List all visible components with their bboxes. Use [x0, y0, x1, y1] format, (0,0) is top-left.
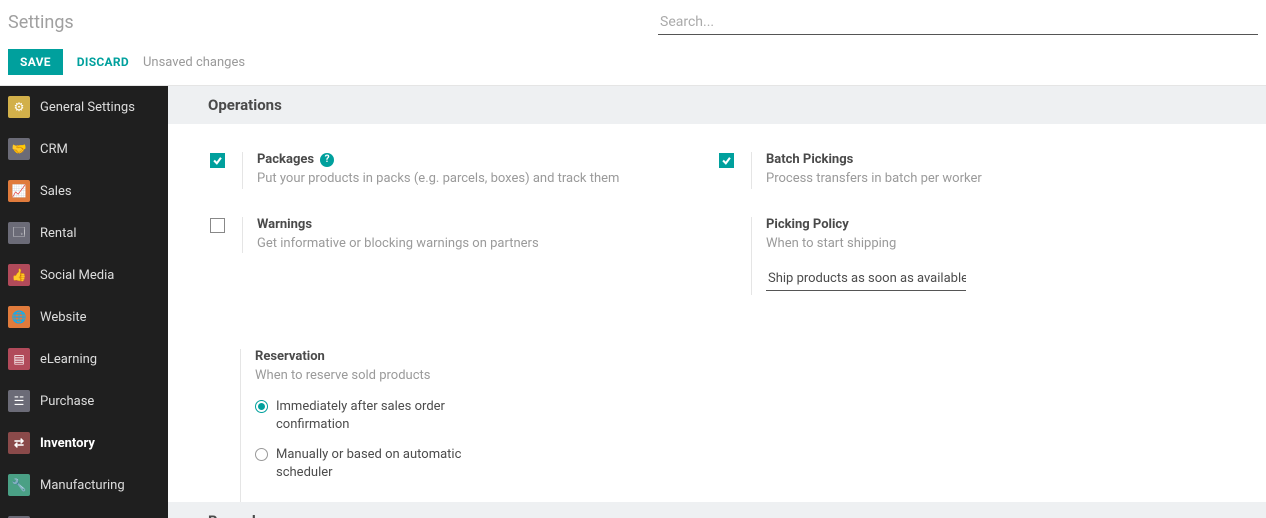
warnings-desc: Get informative or blocking warnings on … — [257, 234, 717, 254]
sidebar-item-label: Website — [40, 310, 87, 325]
packages-checkbox[interactable] — [210, 153, 225, 168]
sidebar-item-inventory[interactable]: ⇄ Inventory — [0, 422, 168, 464]
warnings-title: Warnings — [257, 217, 717, 232]
sidebar-item-crm[interactable]: 🤝 CRM — [0, 128, 168, 170]
sidebar-item-label: Sales — [40, 184, 72, 199]
settings-sidebar[interactable]: ⚙ General Settings 🤝 CRM 📈 Sales 🗔 Rental 👍 Socia… — [0, 86, 168, 518]
discard-button[interactable]: DISCARD — [77, 55, 129, 69]
sidebar-icon: ☱ — [8, 390, 30, 412]
sidebar-item-label: General Settings — [40, 100, 135, 115]
sidebar-item-rental[interactable]: 🗔 Rental — [0, 212, 168, 254]
batch-pickings-desc: Process transfers in batch per worker — [766, 169, 1226, 189]
sidebar-item-elearning[interactable]: ▤ eLearning — [0, 338, 168, 380]
reservation-radio-manual[interactable] — [255, 448, 268, 461]
sidebar-item-label: CRM — [40, 142, 68, 157]
sidebar-item-sales[interactable]: 📈 Sales — [0, 170, 168, 212]
sidebar-item-label: Rental — [40, 226, 77, 241]
sidebar-item-label: eLearning — [40, 352, 97, 367]
sidebar-item-label: Manufacturing — [40, 478, 125, 493]
search-input[interactable] — [658, 10, 1258, 35]
sidebar-item-label: Social Media — [40, 268, 114, 283]
picking-policy-desc: When to start shipping — [766, 234, 1226, 254]
sidebar-icon: 📈 — [8, 180, 30, 202]
settings-content[interactable]: Operations Packages ? Put your products … — [168, 86, 1266, 518]
sidebar-icon: ⇄ — [8, 432, 30, 454]
sidebar-item-manufacturing[interactable]: 🔧 Manufacturing — [0, 464, 168, 506]
sidebar-icon: ▤ — [8, 348, 30, 370]
sidebar-icon: 🗔 — [8, 222, 30, 244]
sidebar-icon: 👍 — [8, 264, 30, 286]
sidebar-item-social-media[interactable]: 👍 Social Media — [0, 254, 168, 296]
sidebar-item-website[interactable]: 🌐 Website — [0, 296, 168, 338]
sidebar-item-purchase[interactable]: ☱ Purchase — [0, 380, 168, 422]
batch-pickings-checkbox[interactable] — [719, 153, 734, 168]
section-header-operations: Operations — [168, 86, 1266, 124]
sidebar-icon: 🤝 — [8, 138, 30, 160]
sidebar-icon: ⚙ — [8, 96, 30, 118]
sidebar-icon: 🔧 — [8, 474, 30, 496]
warnings-checkbox[interactable] — [210, 218, 225, 233]
sidebar-item-accounting[interactable]: ≣Accounting — [0, 506, 168, 518]
picking-policy-select[interactable]: Ship products as soon as available — [766, 267, 966, 291]
sidebar-item-label: Purchase — [40, 394, 94, 409]
page-title: Settings — [8, 12, 74, 33]
packages-desc: Put your products in packs (e.g. parcels… — [257, 169, 717, 189]
reservation-label-immediate: Immediately after sales order confirmati… — [276, 398, 465, 434]
packages-title: Packages ? — [257, 152, 717, 167]
batch-pickings-title: Batch Pickings — [766, 152, 1226, 167]
picking-policy-title: Picking Policy — [766, 217, 1226, 232]
reservation-title: Reservation — [255, 349, 717, 364]
save-button[interactable]: SAVE — [8, 49, 63, 75]
sidebar-item-general-settings[interactable]: ⚙ General Settings — [0, 86, 168, 128]
help-icon[interactable]: ? — [320, 153, 334, 167]
reservation-desc: When to reserve sold products — [255, 366, 717, 386]
sidebar-item-label: Inventory — [40, 436, 95, 451]
sidebar-icon: 🌐 — [8, 306, 30, 328]
reservation-label-manual: Manually or based on automatic scheduler — [276, 446, 465, 482]
unsaved-changes-label: Unsaved changes — [143, 55, 245, 70]
reservation-radio-immediate[interactable] — [255, 400, 268, 413]
